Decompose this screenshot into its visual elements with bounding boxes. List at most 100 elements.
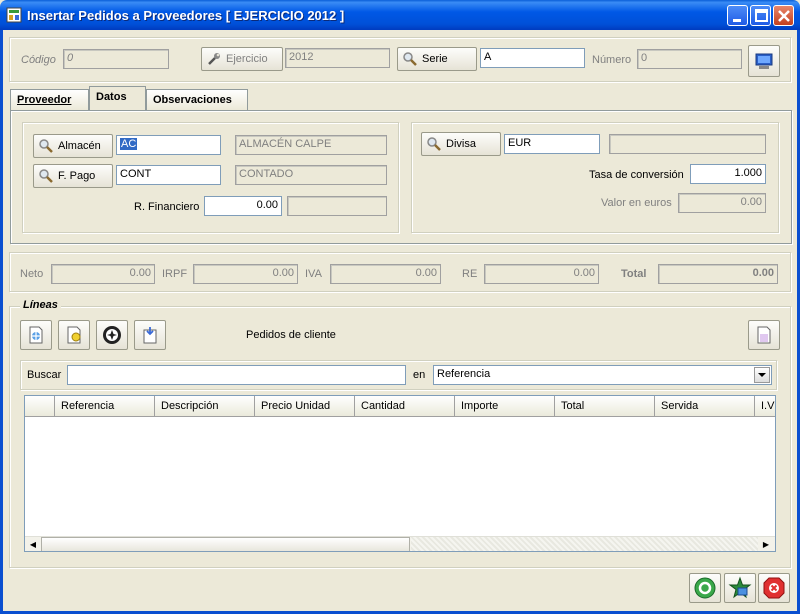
maximize-button[interactable] [750, 5, 771, 26]
divisa-label: Divisa [446, 138, 476, 150]
window-frame-left [0, 30, 3, 614]
minimize-button[interactable] [727, 5, 748, 26]
chevron-down-icon [758, 373, 766, 377]
close-icon [778, 10, 790, 22]
magnifier-icon [427, 137, 441, 151]
divisa-button[interactable]: Divisa [421, 132, 501, 156]
edit-line-icon [67, 326, 81, 344]
rfinanciero-label: R. Financiero [134, 201, 200, 213]
column-header-importe[interactable]: Importe [455, 396, 555, 417]
almacen-code-field[interactable]: AC [116, 135, 221, 155]
wrench-icon [208, 53, 220, 65]
re-label: RE [462, 268, 478, 280]
iva-label: IVA [305, 268, 322, 280]
codigo-label: Código [21, 54, 56, 66]
irpf-field: 0.00 [193, 264, 298, 284]
serie-button[interactable]: Serie [397, 47, 477, 71]
view-button[interactable] [748, 45, 780, 77]
app-icon [6, 7, 22, 23]
tab-observaciones-label: Observaciones [153, 94, 232, 106]
rfinanciero-field[interactable]: 0.00 [204, 196, 282, 216]
total-field: 0.00 [658, 264, 778, 284]
document-button[interactable] [748, 320, 780, 350]
column-header-iva[interactable]: I.V [755, 396, 775, 417]
serie-label: Serie [422, 53, 448, 65]
serie-field[interactable]: A [480, 48, 585, 68]
tab-datos-label: Datos [96, 91, 127, 103]
tasa-label: Tasa de conversión [589, 169, 684, 181]
tab-proveedor-label: Proveedor [17, 94, 72, 106]
ejercicio-field: 2012 [285, 48, 390, 68]
scroll-track[interactable] [411, 537, 758, 551]
scroll-right-button[interactable]: ▶ [758, 537, 774, 551]
total-label: Total [621, 268, 647, 280]
search-input[interactable] [67, 365, 406, 385]
tab-datos[interactable]: Datos [89, 86, 146, 111]
divisa-field[interactable]: EUR [504, 134, 600, 154]
ejercicio-label: Ejercicio [226, 53, 268, 65]
magnifier-icon [403, 52, 417, 66]
title-bar[interactable]: Insertar Pedidos a Proveedores [ EJERCIC… [0, 0, 800, 30]
ejercicio-button[interactable]: Ejercicio [201, 47, 283, 71]
fpago-name-field: CONTADO [235, 165, 387, 185]
paste-line-icon [143, 327, 157, 344]
iva-field: 0.00 [330, 264, 441, 284]
delete-line-icon [103, 326, 121, 344]
neto-label: Neto [20, 268, 44, 280]
fpago-label: F. Pago [58, 170, 96, 182]
column-header-referencia[interactable]: Referencia [55, 396, 155, 417]
window-title: Insertar Pedidos a Proveedores [ EJERCIC… [27, 8, 345, 23]
almacen-code-value: AC [120, 138, 138, 150]
magnifier-icon [39, 169, 53, 183]
scroll-left-button[interactable]: ◀ [25, 537, 41, 551]
edit-line-button[interactable] [58, 320, 90, 350]
en-label: en [413, 369, 426, 381]
almacen-label: Almacén [58, 140, 101, 152]
column-header-servida[interactable]: Servida [655, 396, 755, 417]
pedidos-cliente-label: Pedidos de cliente [246, 329, 336, 341]
save-icon [728, 576, 752, 599]
column-header-descripcion[interactable]: Descripción [155, 396, 255, 417]
paste-line-button[interactable] [134, 320, 166, 350]
fpago-code-field[interactable]: CONT [116, 165, 221, 185]
lineas-table[interactable]: Referencia Descripción Precio Unidad Can… [24, 395, 776, 552]
scroll-thumb[interactable] [41, 537, 410, 551]
delete-line-button[interactable] [96, 320, 128, 350]
divisa-name-field [609, 134, 766, 154]
column-header-precio-unidad[interactable]: Precio Unidad [255, 396, 355, 417]
row-header-corner [25, 396, 55, 417]
cancel-button[interactable] [758, 573, 790, 603]
rfinanciero-extra-field [287, 196, 387, 216]
valor-label: Valor en euros [601, 197, 672, 209]
numero-field: 0 [637, 49, 742, 69]
fpago-button[interactable]: F. Pago [33, 164, 113, 188]
codigo-field: 0 [63, 49, 169, 69]
dropdown-button[interactable] [754, 367, 770, 383]
valor-field: 0.00 [678, 193, 766, 213]
refresh-icon [694, 577, 716, 599]
minimize-icon [733, 19, 741, 22]
almacen-name-field: ALMACÉN CALPE [235, 135, 387, 155]
neto-field: 0.00 [51, 264, 155, 284]
horizontal-scrollbar[interactable]: ◀ ▶ [25, 536, 775, 551]
close-button[interactable] [773, 5, 794, 26]
maximize-icon [755, 9, 768, 22]
monitor-icon [755, 53, 773, 69]
cancel-icon [763, 577, 785, 599]
tab-proveedor[interactable]: Proveedor [10, 89, 89, 110]
buscar-label: Buscar [27, 369, 62, 381]
new-line-button[interactable] [20, 320, 52, 350]
refresh-button[interactable] [689, 573, 721, 603]
irpf-label: IRPF [162, 268, 188, 280]
new-line-icon [29, 326, 43, 344]
tab-observaciones[interactable]: Observaciones [146, 89, 248, 110]
column-header-total[interactable]: Total [555, 396, 655, 417]
lineas-title: Líneas [20, 299, 61, 311]
tasa-field[interactable]: 1.000 [690, 164, 766, 184]
column-header-cantidad[interactable]: Cantidad [355, 396, 455, 417]
magnifier-icon [39, 139, 53, 153]
search-field-select[interactable]: Referencia [433, 365, 772, 385]
save-button[interactable] [724, 573, 756, 603]
almacen-button[interactable]: Almacén [33, 134, 113, 158]
re-field: 0.00 [484, 264, 599, 284]
